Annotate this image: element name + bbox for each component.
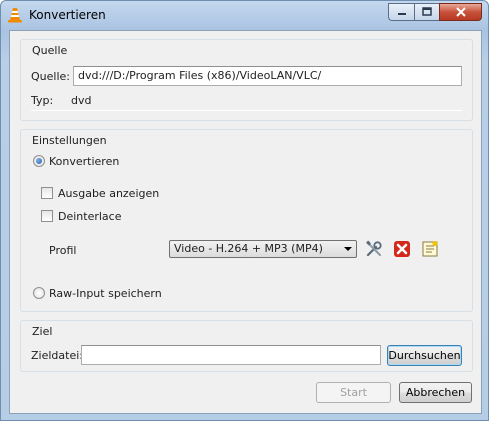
target-file-input[interactable]	[81, 345, 381, 365]
title-bar[interactable]: Konvertieren	[1, 1, 488, 29]
source-label: Quelle:	[31, 70, 70, 83]
source-divider	[31, 110, 462, 111]
deinterlace-checkbox[interactable]	[41, 210, 53, 222]
type-value: dvd	[71, 94, 92, 107]
raw-input-radio[interactable]	[33, 287, 45, 299]
vlc-cone-icon	[8, 8, 22, 23]
window-title: Konvertieren	[29, 8, 106, 22]
target-group: Ziel Zieldatei: Durchsuchen	[20, 320, 473, 372]
profile-label: Profil	[49, 244, 77, 257]
new-profile-icon	[422, 241, 438, 257]
source-group-title: Quelle	[30, 44, 70, 57]
settings-group: Einstellungen Konvertieren Ausgabe anzei…	[20, 129, 473, 312]
maximize-button[interactable]	[414, 3, 439, 21]
target-group-title: Ziel	[30, 325, 55, 338]
dialog-window: Konvertieren Quelle Quelle: dvd:///D:/Pr…	[0, 0, 489, 421]
tools-icon	[366, 240, 382, 257]
source-group: Quelle Quelle: dvd:///D:/Program Files (…	[20, 39, 473, 121]
chevron-down-icon	[344, 247, 352, 251]
raw-input-label[interactable]: Raw-Input speichern	[49, 287, 162, 300]
cancel-button[interactable]: Abbrechen	[399, 382, 472, 403]
target-file-label: Zieldatei:	[31, 349, 83, 362]
type-label: Typ:	[31, 94, 54, 107]
dialog-body: Quelle Quelle: dvd:///D:/Program Files (…	[9, 30, 482, 414]
show-output-checkbox[interactable]	[41, 187, 53, 199]
new-profile-button[interactable]	[419, 238, 441, 260]
source-input[interactable]: dvd:///D:/Program Files (x86)/VideoLAN/V…	[73, 66, 462, 86]
start-button[interactable]: Start	[316, 382, 391, 403]
close-button[interactable]	[439, 3, 482, 21]
edit-profile-button[interactable]	[363, 238, 385, 260]
settings-group-title: Einstellungen	[30, 134, 109, 147]
deinterlace-label[interactable]: Deinterlace	[58, 210, 121, 223]
profile-select[interactable]: Video - H.264 + MP3 (MP4)	[169, 240, 357, 258]
window-controls	[388, 3, 482, 21]
convert-radio[interactable]	[33, 155, 45, 167]
browse-button[interactable]: Durchsuchen	[387, 345, 462, 366]
convert-radio-label[interactable]: Konvertieren	[49, 155, 119, 168]
close-icon	[455, 7, 466, 17]
delete-icon	[394, 241, 410, 257]
maximize-icon	[422, 7, 432, 16]
minimize-icon	[397, 13, 406, 15]
minimize-button[interactable]	[388, 3, 414, 21]
show-output-label[interactable]: Ausgabe anzeigen	[58, 187, 159, 200]
delete-profile-button[interactable]	[391, 238, 413, 260]
profile-select-value: Video - H.264 + MP3 (MP4)	[174, 242, 323, 255]
